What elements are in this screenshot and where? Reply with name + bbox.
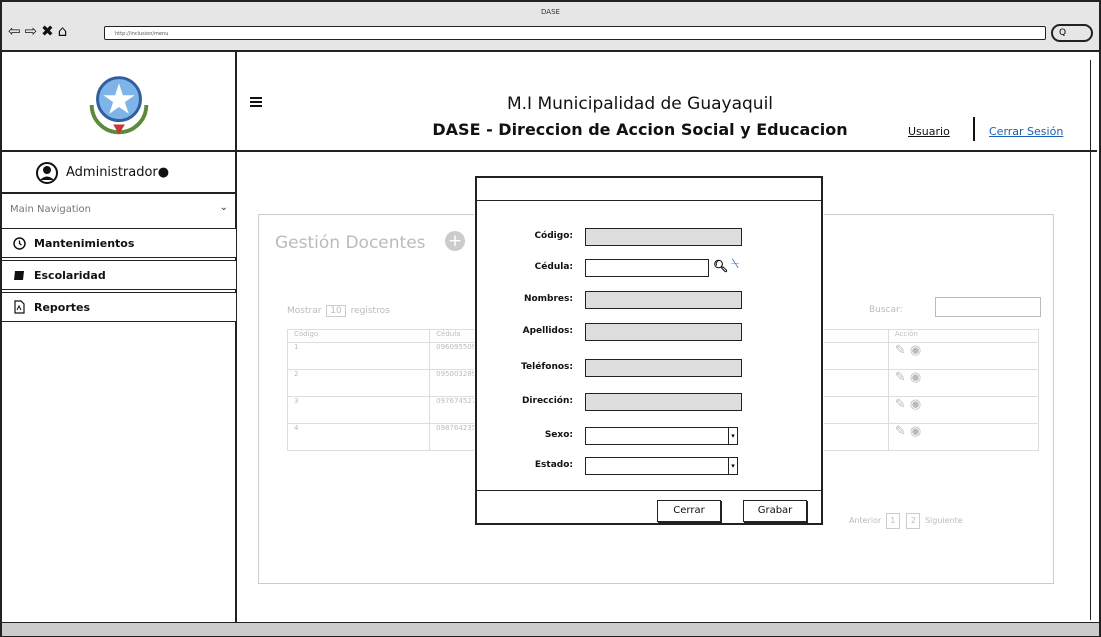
nombres-label: Nombres: [523, 294, 573, 304]
search-label: Buscar: [869, 305, 903, 315]
codigo-field [585, 228, 742, 246]
cell-codigo: 2 [286, 369, 431, 397]
sexo-select[interactable]: ▾ [585, 427, 738, 445]
sidebar-menu: Mantenimientos Escolaridad Reportes [2, 228, 237, 324]
modal-header-divider [477, 200, 821, 201]
edit-icon[interactable]: ✎ [895, 343, 906, 358]
main-navigation-dropdown[interactable]: Main Navigation ⌄ [10, 202, 230, 215]
delete-icon[interactable]: ◉ [910, 370, 921, 385]
edit-icon[interactable]: ✎ [895, 397, 906, 412]
user-link[interactable]: Usuario [908, 125, 950, 138]
delete-icon[interactable]: ◉ [910, 397, 921, 412]
user-name: Administrador● [66, 165, 170, 180]
search-input[interactable] [935, 297, 1041, 317]
browser-toolbar: DASE ⇦ ⇨ ✖ ⌂ http://inclusion/menu Q [2, 2, 1099, 52]
dropdown-arrow-icon: ▾ [728, 427, 738, 445]
estado-label: Estado: [534, 460, 573, 470]
report-icon [12, 300, 26, 314]
modal-footer-divider [477, 490, 821, 491]
chevron-down-icon: ⌄ [219, 202, 228, 213]
sidebar: Administrador● Main Navigation ⌄ Manteni… [2, 52, 237, 622]
hamburger-menu-icon[interactable] [250, 97, 262, 107]
pager-prev[interactable]: Anterior [849, 516, 881, 525]
cell-actions: ✎ ◉ [887, 342, 1040, 370]
codigo-label: Código: [534, 231, 573, 241]
apellidos-field [585, 323, 742, 341]
sidebar-item-label: Mantenimientos [34, 236, 135, 250]
sidebar-item-label: Reportes [34, 300, 91, 314]
clock-icon [12, 236, 26, 250]
window-title: DASE [541, 8, 560, 16]
main-navigation-label: Main Navigation [10, 204, 91, 215]
url-input[interactable]: http://inclusion/menu [104, 26, 1046, 40]
column-header[interactable]: Código [286, 329, 431, 343]
close-button[interactable]: Cerrar [657, 500, 721, 522]
guayaquil-seal-logo [89, 76, 149, 135]
panel-title: Gestión Docentes [275, 233, 426, 253]
edit-icon[interactable]: ✎ [895, 424, 906, 439]
telefonos-field [585, 359, 742, 377]
docente-modal: Código: Cédula: 🔍︎ ⍀ Nombres: Apellidos:… [475, 176, 823, 525]
delete-icon[interactable]: ◉ [910, 424, 921, 439]
apellidos-label: Apellidos: [522, 326, 573, 336]
user-profile: Administrador● [2, 150, 237, 194]
edit-icon[interactable]: ✎ [895, 370, 906, 385]
sidebar-item-reportes[interactable]: Reportes [2, 292, 237, 322]
pager-page-2[interactable]: 2 [906, 513, 921, 529]
forward-arrow-icon[interactable]: ⇨ [25, 22, 39, 40]
pager-page-1[interactable]: 1 [885, 513, 900, 529]
logout-link[interactable]: Cerrar Sesión [989, 125, 1063, 138]
cell-codigo: 3 [286, 396, 431, 424]
cell-actions: ✎ ◉ [887, 423, 1040, 451]
browser-nav: ⇦ ⇨ ✖ ⌂ [8, 22, 71, 40]
page-title: M.I Municipalidad de Guayaquil [506, 94, 774, 114]
back-arrow-icon[interactable]: ⇦ [8, 22, 22, 40]
sidebar-item-mantenimientos[interactable]: Mantenimientos [2, 228, 237, 258]
nombres-field [585, 291, 742, 309]
page-size-select[interactable]: 10 [326, 305, 346, 317]
browser-search-pill[interactable]: Q [1051, 24, 1093, 42]
column-header[interactable]: Acción [887, 329, 1040, 343]
delete-icon[interactable]: ◉ [910, 343, 921, 358]
pager-next[interactable]: Siguiente [925, 516, 963, 525]
cell-codigo: 4 [286, 423, 431, 451]
search-icon[interactable]: 🔍︎ [713, 259, 728, 273]
cell-actions: ✎ ◉ [887, 396, 1040, 424]
cedula-field[interactable] [585, 259, 709, 277]
direccion-field [585, 393, 742, 411]
sexo-label: Sexo: [544, 430, 573, 440]
scrollbar[interactable] [1090, 60, 1097, 620]
show-prefix: Mostrar [287, 306, 322, 316]
sidebar-item-label: Escolaridad [34, 268, 106, 282]
dropdown-arrow-icon: ▾ [728, 457, 738, 475]
direccion-label: Dirección: [521, 396, 573, 406]
estado-select[interactable]: ▾ [585, 457, 738, 475]
save-button[interactable]: Grabar [743, 500, 807, 522]
user-avatar-icon [36, 162, 58, 184]
sidebar-item-escolaridad[interactable]: Escolaridad [2, 260, 237, 290]
close-icon[interactable]: ✖ [41, 22, 55, 40]
cell-actions: ✎ ◉ [887, 369, 1040, 397]
cedula-label: Cédula: [534, 262, 573, 272]
header-separator [237, 150, 1097, 152]
page-size-control: Mostrar 10 registros [287, 305, 390, 317]
status-bar [2, 622, 1099, 636]
telefonos-label: Teléfonos: [521, 362, 573, 372]
pagination: Anterior 1 2 Siguiente [849, 513, 963, 529]
show-suffix: registros [350, 306, 390, 316]
book-icon [12, 268, 26, 282]
home-icon[interactable]: ⌂ [58, 22, 69, 40]
clear-brush-icon[interactable]: ⍀ [731, 256, 739, 272]
page-subtitle: DASE - Direccion de Accion Social y Educ… [432, 120, 848, 139]
header-divider [973, 117, 975, 141]
cell-codigo: 1 [286, 342, 431, 370]
add-docente-icon[interactable]: + [445, 231, 465, 251]
